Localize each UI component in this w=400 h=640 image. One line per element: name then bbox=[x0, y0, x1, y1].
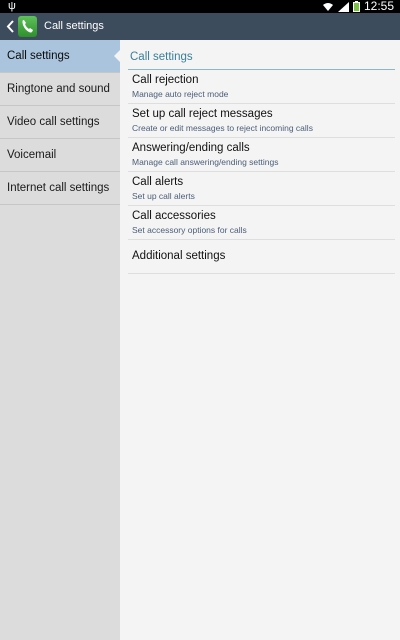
setting-subtitle: Manage call answering/ending settings bbox=[132, 157, 279, 167]
usb-icon: ψ bbox=[8, 0, 16, 12]
status-time: 12:55 bbox=[363, 0, 394, 13]
sidebar-item-label: Voicemail bbox=[7, 149, 57, 161]
sidebar-item-video-call-settings[interactable]: Video call settings bbox=[0, 106, 120, 139]
sidebar-item-voicemail[interactable]: Voicemail bbox=[0, 139, 120, 172]
page-title: Call settings bbox=[44, 20, 104, 32]
sidebar-item-label: Ringtone and sound bbox=[7, 83, 110, 95]
setting-additional-settings[interactable]: Additional settings bbox=[128, 240, 395, 274]
setting-call-reject-messages[interactable]: Set up call reject messages Create or ed… bbox=[128, 104, 395, 138]
battery-icon bbox=[352, 1, 360, 12]
setting-call-accessories[interactable]: Call accessories Set accessory options f… bbox=[128, 206, 395, 240]
section-header: Call settings bbox=[130, 51, 193, 63]
sidebar-item-call-settings[interactable]: Call settings bbox=[0, 40, 120, 73]
sidebar-item-ringtone-and-sound[interactable]: Ringtone and sound bbox=[0, 73, 120, 106]
setting-title: Call alerts bbox=[132, 176, 184, 188]
wifi-icon bbox=[322, 2, 333, 11]
settings-list: Call rejection Manage auto reject mode S… bbox=[120, 70, 400, 274]
setting-title: Answering/ending calls bbox=[132, 142, 250, 154]
setting-call-rejection[interactable]: Call rejection Manage auto reject mode bbox=[128, 70, 395, 104]
setting-call-alerts[interactable]: Call alerts Set up call alerts bbox=[128, 172, 395, 206]
setting-subtitle: Set up call alerts bbox=[132, 191, 195, 201]
sidebar-item-label: Call settings bbox=[7, 50, 70, 62]
phone-icon bbox=[22, 20, 33, 33]
back-arrow-icon[interactable] bbox=[4, 18, 18, 35]
setting-subtitle: Set accessory options for calls bbox=[132, 225, 247, 235]
setting-answering-ending-calls[interactable]: Answering/ending calls Manage call answe… bbox=[128, 138, 395, 172]
settings-panel: Call settings Call rejection Manage auto… bbox=[120, 40, 400, 640]
left-menu: Call settings Ringtone and sound Video c… bbox=[0, 40, 120, 640]
setting-title: Call rejection bbox=[132, 74, 199, 86]
setting-subtitle: Manage auto reject mode bbox=[132, 89, 229, 99]
setting-title: Call accessories bbox=[132, 210, 216, 222]
phone-app-icon[interactable] bbox=[18, 16, 37, 37]
sidebar-item-label: Video call settings bbox=[7, 116, 100, 128]
setting-title: Set up call reject messages bbox=[132, 108, 273, 120]
setting-title: Additional settings bbox=[132, 250, 226, 262]
sidebar-item-label: Internet call settings bbox=[7, 182, 110, 194]
setting-subtitle: Create or edit messages to reject incomi… bbox=[132, 123, 313, 133]
action-bar: Call settings bbox=[0, 13, 400, 40]
sidebar-item-internet-call-settings[interactable]: Internet call settings bbox=[0, 172, 120, 205]
signal-icon bbox=[337, 1, 349, 12]
status-bar: ψ 12:55 bbox=[0, 0, 400, 13]
